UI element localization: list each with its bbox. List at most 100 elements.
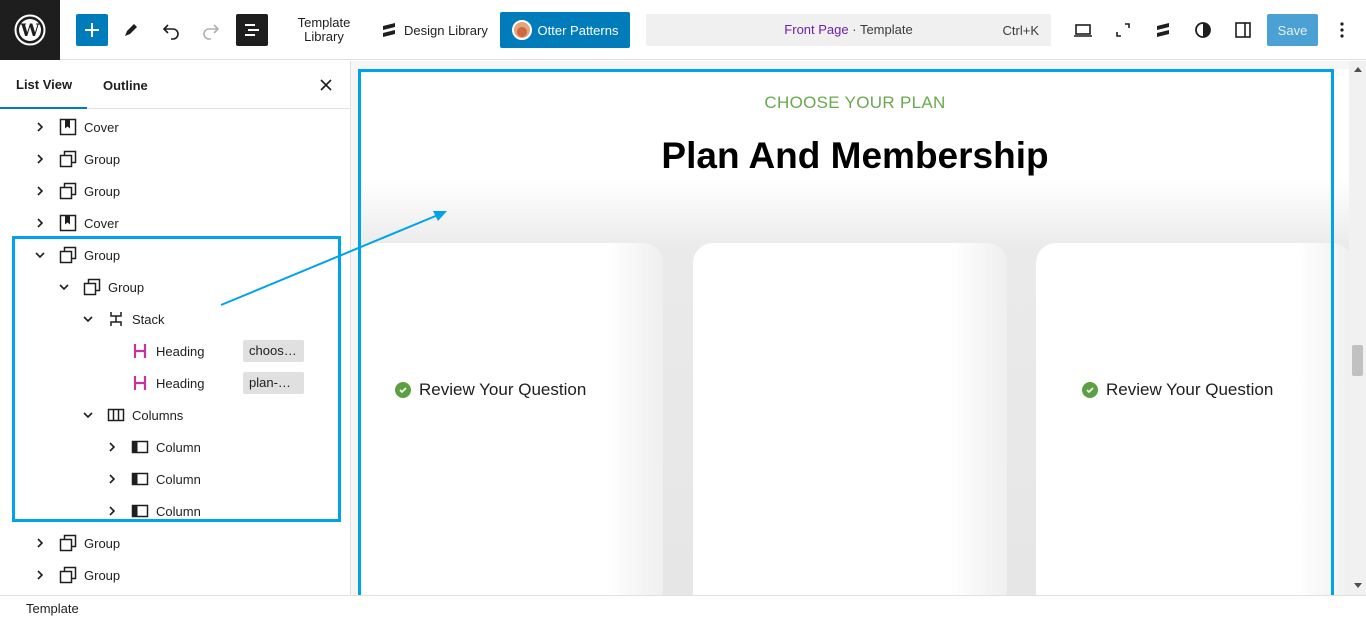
breadcrumb-item[interactable]: Template — [26, 601, 79, 616]
chevron-right-icon[interactable] — [28, 531, 52, 555]
document-page-name: Front Page — [784, 22, 849, 37]
plan-feature-label: Review Your Question — [419, 380, 587, 399]
list-view-item-label: Group — [84, 535, 121, 551]
cover-icon — [56, 211, 80, 235]
list-view-item-cover[interactable]: Cover — [28, 207, 350, 239]
list-view-item-group[interactable]: Group — [28, 559, 350, 591]
template-library-button[interactable]: Template Library — [290, 16, 358, 44]
save-button[interactable]: Save — [1267, 14, 1318, 46]
heading-icon — [128, 371, 152, 395]
editor-canvas: CHOOSE YOUR PLAN Plan And Membership Rev… — [351, 61, 1366, 595]
undo-icon — [162, 24, 179, 40]
list-view-item-heading[interactable]: Heading — [100, 335, 350, 367]
stackable-icon — [383, 23, 395, 37]
otter-patterns-label: Otter Patterns — [537, 22, 619, 38]
list-view-item-label: Column — [156, 503, 201, 519]
list-view-item-label: Column — [156, 471, 201, 487]
list-view-item-column[interactable]: Column — [100, 463, 350, 495]
block-breadcrumb-bar: Template — [0, 595, 1366, 620]
list-view-button[interactable] — [236, 14, 268, 46]
options-button[interactable] — [1326, 14, 1358, 46]
plus-icon — [85, 23, 99, 37]
list-view-item-stack[interactable]: Stack — [76, 303, 350, 335]
group-icon — [56, 531, 80, 555]
column-icon — [128, 467, 152, 491]
desktop-icon — [1074, 24, 1092, 37]
check-circle-icon — [1082, 382, 1098, 398]
redo-icon — [203, 24, 220, 40]
otter-avatar-icon — [511, 20, 532, 40]
list-view-item-column[interactable]: Column — [100, 495, 350, 527]
plan-heading[interactable]: Plan And Membership — [359, 135, 1351, 177]
scroll-down-arrow[interactable] — [1350, 579, 1365, 593]
list-view-icon — [245, 24, 259, 36]
chevron-right-icon[interactable] — [100, 499, 124, 523]
otter-patterns-button[interactable]: Otter Patterns — [500, 12, 630, 48]
tab-list-view[interactable]: List View — [0, 61, 87, 109]
chevron-down-icon[interactable] — [28, 243, 52, 267]
stackable-settings-button[interactable] — [1147, 14, 1179, 46]
chevron-right-icon[interactable] — [100, 467, 124, 491]
chevron-right-icon[interactable] — [28, 115, 52, 139]
close-sidebar-button[interactable] — [314, 73, 338, 97]
plan-card[interactable] — [693, 243, 1007, 595]
block-inserter-button[interactable] — [76, 14, 108, 46]
redo-button[interactable] — [195, 14, 227, 46]
tools-button[interactable] — [115, 14, 147, 46]
chevron-down-icon[interactable] — [76, 403, 100, 427]
fullscreen-button[interactable] — [1107, 14, 1139, 46]
chevron-right-icon[interactable] — [28, 563, 52, 587]
wordpress-logo-button[interactable]: W — [0, 0, 60, 60]
list-view-item-label: Heading — [156, 375, 205, 391]
design-library-button[interactable]: Design Library — [380, 21, 488, 39]
chevron-down-icon[interactable] — [52, 275, 76, 299]
svg-text:W: W — [19, 21, 40, 41]
list-view-item-label: Heading — [156, 343, 205, 359]
list-view-item-group[interactable]: Group — [28, 239, 350, 271]
pricing-section[interactable]: CHOOSE YOUR PLAN Plan And Membership Rev… — [359, 69, 1351, 595]
document-title-separator: · — [848, 22, 860, 37]
chevron-down-icon[interactable] — [76, 307, 100, 331]
list-view-item-column[interactable]: Column — [100, 431, 350, 463]
list-view-item-group[interactable]: Group — [28, 143, 350, 175]
list-view-item-group[interactable]: Group — [28, 175, 350, 207]
column-icon — [128, 499, 152, 523]
heading-icon — [128, 339, 152, 363]
canvas-scrollbar[interactable] — [1349, 61, 1366, 595]
anchor-badge: choos… — [243, 340, 304, 362]
canvas-scrollbar-thumb[interactable] — [1352, 345, 1363, 376]
plan-card[interactable] — [359, 243, 663, 595]
check-circle-icon — [395, 382, 411, 398]
list-view-item-label: Cover — [84, 215, 119, 231]
chevron-right-icon[interactable] — [28, 179, 52, 203]
scroll-up-arrow[interactable] — [1350, 62, 1365, 76]
pencil-icon — [125, 24, 137, 36]
list-view-item-group[interactable]: Group — [28, 527, 350, 559]
chevron-right-icon[interactable] — [28, 211, 52, 235]
editor-toolbar: W Template Library Design Library Otter … — [0, 0, 1366, 60]
preview-device-button[interactable] — [1067, 14, 1099, 46]
plan-card[interactable] — [1036, 243, 1351, 595]
plan-eyebrow-heading[interactable]: CHOOSE YOUR PLAN — [359, 93, 1351, 113]
contrast-icon — [1195, 22, 1211, 38]
list-view-item-cover[interactable]: Cover — [28, 111, 350, 143]
tab-outline[interactable]: Outline — [103, 61, 148, 109]
stack-icon — [104, 307, 128, 331]
wordpress-icon: W — [14, 14, 46, 46]
group-icon — [56, 179, 80, 203]
command-shortcut: Ctrl+K — [1002, 23, 1039, 38]
list-view-item-columns[interactable]: Columns — [76, 399, 350, 431]
styles-button[interactable] — [1187, 14, 1219, 46]
settings-sidebar-button[interactable] — [1227, 14, 1259, 46]
chevron-right-icon[interactable] — [28, 147, 52, 171]
plan-feature-item[interactable]: Review Your Question — [1082, 380, 1273, 400]
list-view-item-label: Group — [84, 151, 121, 167]
chevron-right-icon[interactable] — [100, 435, 124, 459]
group-icon — [56, 243, 80, 267]
plan-feature-item[interactable]: Review Your Question — [395, 380, 586, 400]
list-view-item-group[interactable]: Group — [52, 271, 350, 303]
command-palette-bar[interactable]: Front Page · Template Ctrl+K — [646, 14, 1051, 46]
undo-button[interactable] — [155, 14, 187, 46]
group-icon — [56, 147, 80, 171]
list-view-item-heading[interactable]: Heading — [100, 367, 350, 399]
